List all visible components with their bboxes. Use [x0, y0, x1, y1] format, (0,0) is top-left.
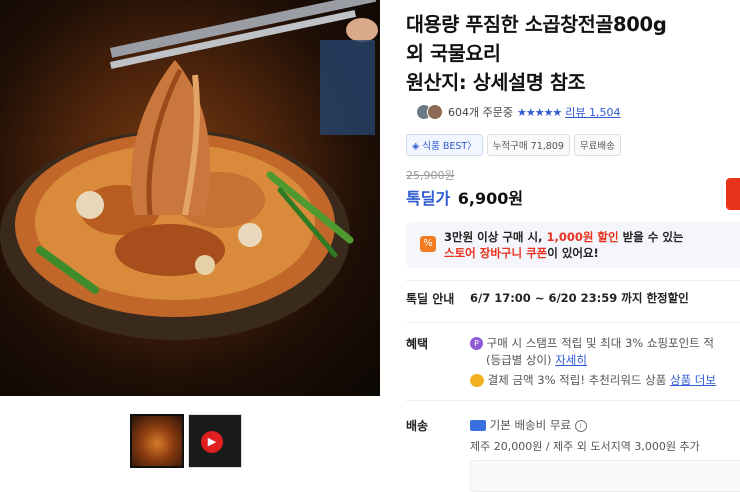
option-box [470, 460, 740, 492]
benefit-label: 혜택 [406, 337, 429, 351]
divider [406, 322, 740, 323]
rating-stars: ★★★★★ [516, 105, 562, 119]
coupon-discount: 1,000원 할인 [546, 230, 619, 244]
coupon-banner[interactable]: % 3만원 이상 구매 시, 1,000원 할인 받을 수 있는 스토어 장바구… [406, 222, 740, 268]
price-value: 6,900원 [457, 189, 524, 208]
info-icon[interactable]: i [574, 419, 587, 432]
coupon-type: 스토어 장바구니 쿠폰 [444, 246, 548, 260]
coupon-line1-post: 받을 수 있는 [618, 230, 684, 244]
badge-row: ◈ 식품 BEST〉 누적구매 71,809 무료배송 [406, 134, 621, 156]
coupon-text: 3만원 이상 구매 시, 1,000원 할인 받을 수 있는 스토어 장바구니 … [444, 229, 684, 261]
price-label: 톡딜가 [406, 189, 451, 208]
shipping-label: 배송 [406, 419, 429, 433]
divider [406, 400, 740, 401]
original-price: 25,900원 [406, 169, 455, 182]
review-link[interactable]: 리뷰 1,504 [565, 104, 620, 120]
thumbnail-1[interactable] [130, 414, 184, 468]
shipping-extra: 제주 20,000원 / 제주 외 도서지역 3,000원 추가 [470, 440, 700, 453]
price-row: 톡딜가 6,900원 [406, 185, 523, 209]
purchase-count-badge: 누적구매 71,809 [486, 134, 570, 156]
product-main-image [0, 0, 380, 396]
benefit-line3: 결제 금액 3% 적립! 추천리워드 상품 [487, 373, 667, 387]
benefit-line2: (등급별 상이) [486, 353, 552, 367]
divider [406, 280, 740, 281]
deal-label: 톡딜 안내 [406, 292, 455, 306]
benefit-detail-link[interactable]: 자세히 [555, 353, 587, 367]
benefit-reward: 결제 금액 3% 적립! 추천리워드 상품 상품 더보 [470, 372, 716, 388]
review-summary: 604개 주문중 ★★★★★ 리뷰 1,504 [416, 104, 621, 120]
coupon-icon: % [420, 236, 436, 252]
order-count: 604개 주문중 [448, 106, 513, 119]
coupon-line2-post: 이 있어요! [547, 246, 599, 260]
best-badge[interactable]: ◈ 식품 BEST〉 [406, 134, 483, 156]
hotpot-illustration [0, 0, 378, 340]
play-icon: ▶ [201, 431, 223, 453]
benefit-stamp: P 구매 시 스탬프 적립 및 최대 3% 쇼핑포인트 적 [470, 335, 714, 351]
benefit-detail: (등급별 상이) 자세히 [486, 352, 587, 368]
buy-button[interactable] [726, 178, 740, 210]
product-info-panel: 대용량 푸짐한 소곱창전골800g 외 국물요리 원산지: 상세설명 참조 60… [406, 0, 740, 492]
point-icon: P [470, 337, 483, 350]
thumbnail-strip: ▶ [130, 414, 242, 468]
free-shipping-badge: 무료배송 [573, 134, 621, 156]
deal-period: 6/7 17:00 ~ 6/20 23:59 까지 한정할인 [470, 291, 689, 305]
truck-icon [470, 420, 486, 431]
coupon-line1-pre: 3만원 이상 구매 시, [444, 230, 547, 244]
product-title: 대용량 푸짐한 소곱창전골800g 외 국물요리 원산지: 상세설명 참조 [406, 13, 667, 94]
shipping-line1: 기본 배송비 무료 [489, 418, 572, 432]
coin-icon [470, 374, 484, 387]
benefit-line1: 구매 시 스탬프 적립 및 최대 3% 쇼핑포인트 적 [486, 336, 715, 350]
reward-more-link[interactable]: 상품 더보 [670, 373, 716, 387]
shipping-fee: 기본 배송비 무료 i [470, 417, 587, 433]
avatar [427, 104, 443, 120]
thumbnail-video[interactable]: ▶ [188, 414, 242, 468]
